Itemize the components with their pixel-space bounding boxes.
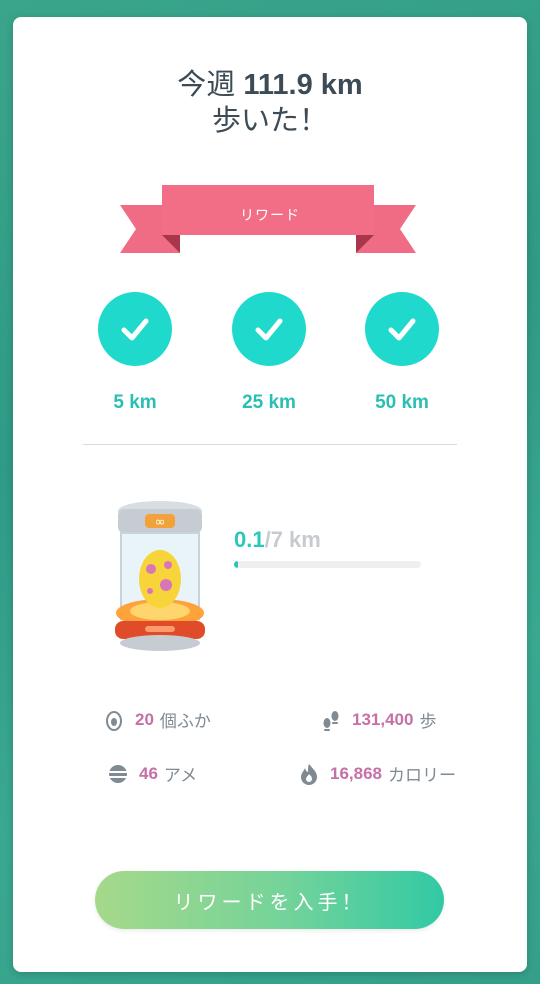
svg-text:∞: ∞ xyxy=(155,515,166,530)
incubator-icon: ∞ xyxy=(115,501,205,651)
check-icon xyxy=(365,292,439,366)
milestone-label: 25 km xyxy=(242,392,296,413)
footsteps-icon xyxy=(323,710,339,731)
stat-label: カロリー xyxy=(388,766,456,785)
egg-progress-current: 0.1 xyxy=(234,527,265,552)
egg-progress-total: /7 km xyxy=(264,527,321,552)
check-icon xyxy=(232,292,306,366)
milestone-label: 5 km xyxy=(113,392,157,413)
stat-label: 歩 xyxy=(419,712,437,731)
divider xyxy=(83,444,457,445)
milestone-50km: 50 km xyxy=(342,292,462,414)
weekly-distance-subtitle: 歩いた！ xyxy=(211,105,328,137)
get-reward-button[interactable]: リワードを入手！ xyxy=(95,871,444,929)
stat-calories: 16,868 カロリー xyxy=(298,761,456,786)
weekly-summary-card: 今週 111.9 km 歩いた！ リワード 5 km 25 km 50 km ∞ xyxy=(13,17,527,972)
check-icon xyxy=(98,292,172,366)
ribbon-label: リワード xyxy=(240,207,300,223)
stat-label: アメ xyxy=(163,766,198,785)
egg-progress-bar xyxy=(234,561,421,568)
milestone-label: 50 km xyxy=(375,392,429,413)
candy-icon xyxy=(109,764,127,783)
milestone-25km: 25 km xyxy=(209,292,329,414)
stat-value: 131,400 xyxy=(352,709,414,729)
stat-steps: 131,400 歩 xyxy=(320,707,436,732)
egg-progress-fill xyxy=(234,561,238,568)
stat-value: 16,868 xyxy=(330,763,382,783)
stat-label: 個ふか xyxy=(159,712,211,731)
stat-value: 20 xyxy=(135,709,154,729)
egg-icon xyxy=(106,710,122,731)
stat-hatched: 20 個ふか xyxy=(103,707,211,732)
milestone-5km: 5 km xyxy=(75,292,195,414)
egg-progress-text: 0.1/7 km xyxy=(234,527,321,553)
stat-value: 46 xyxy=(139,763,158,783)
stat-candy: 46 アメ xyxy=(107,761,197,786)
flame-icon xyxy=(301,763,317,785)
